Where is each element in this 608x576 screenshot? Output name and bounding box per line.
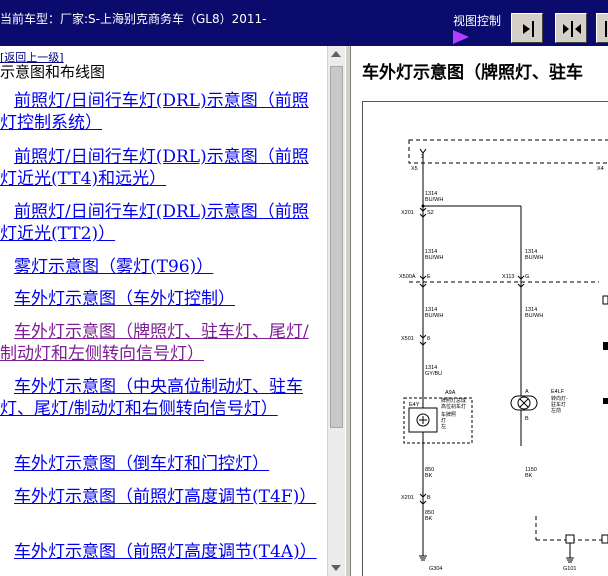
wire9-color: BK — [525, 473, 533, 479]
label-pin-b: B — [525, 416, 529, 422]
label-x113: X113 — [502, 274, 514, 280]
wiring-diagram: X5 2 X4 1314 BU/WH X201 S2 1314 BU/WH 13… — [399, 139, 608, 572]
label-x501: X501 — [401, 336, 414, 342]
label-e4lf-desc3: 左前 — [551, 407, 561, 414]
nav-panel: [返回上一级] 示意图和布线图 前照灯/日间行车灯(DRL)示意图（前照灯控制系… — [0, 46, 327, 576]
label-x201-top: X201 — [401, 210, 414, 216]
label-x500a: X500A — [399, 274, 416, 280]
scroll-down-icon[interactable] — [331, 565, 341, 571]
arrow-right-bar-icon — [523, 21, 534, 37]
nav-link-headlamp-control[interactable]: 前照灯/日间行车灯(DRL)示意图（前照灯控制系统） — [0, 90, 322, 134]
scroll-up-icon[interactable] — [331, 51, 341, 57]
section-title: 示意图和布线图 — [0, 63, 106, 81]
wire8-color: BK — [425, 516, 433, 522]
nav-link-exterior-control[interactable]: 车外灯示意图（车外灯控制） — [0, 288, 322, 310]
vehicle-label: 当前车型：厂家:S-上海别克商务车（GL8）2011- — [0, 12, 267, 26]
label-e4y-desc1: 车牌照 — [441, 411, 456, 418]
nav-link-backup-courtesy[interactable]: 车外灯示意图（倒车灯和门控灯） — [0, 453, 322, 475]
expand-right-button[interactable] — [511, 13, 543, 43]
label-a9a-desc2: 高位刹车灯 — [441, 403, 466, 410]
label-x5: X5 — [411, 166, 418, 172]
wire6-color: GY/BU — [425, 371, 442, 377]
label-e4y-desc3: 左 — [441, 423, 446, 430]
label-x201-bot-pin: B — [427, 495, 431, 501]
nav-link-license-park-left[interactable]: 车外灯示意图（牌照灯、驻车灯、尾灯/制动灯和左侧转向信号灯） — [0, 321, 322, 365]
split-arrows-icon — [563, 21, 581, 37]
arrow-left-bar-icon — [605, 21, 607, 37]
nav-scrollbar[interactable] — [327, 46, 345, 576]
nav-link-leveling-t4a[interactable]: 车外灯示意图（前照灯高度调节(T4A)） — [0, 541, 322, 563]
view-control-label: 视图控制 — [453, 14, 502, 28]
label-g304: G304 — [429, 566, 442, 572]
label-g101: G101 — [563, 566, 576, 572]
label-x501-pin: 8 — [427, 336, 430, 342]
label-e4y-desc2: 灯 — [441, 417, 446, 424]
wire5-color: BU/WH — [525, 313, 543, 319]
label-e4y: E4Y — [409, 402, 420, 408]
label-x201-bot: X201 — [401, 495, 414, 501]
expand-left-button[interactable] — [596, 13, 608, 43]
wire4-color: BU/WH — [425, 313, 443, 319]
label-x201-top-pin: S2 — [427, 210, 434, 216]
view-control-arrow-icon — [453, 30, 469, 44]
label-pin-a: A — [525, 389, 529, 395]
split-view-button[interactable] — [555, 13, 587, 43]
wire7-color: BK — [425, 473, 433, 479]
label-x113-pin: G — [525, 274, 529, 280]
nav-link-leveling-t4f[interactable]: 车外灯示意图（前照灯高度调节(T4F)） — [0, 486, 322, 508]
label-a9a: A9A — [445, 390, 456, 396]
title-bar: 当前车型：厂家:S-上海别克商务车（GL8）2011- 视图控制 — [0, 0, 608, 46]
nav-link-headlamp-tt4[interactable]: 前照灯/日间行车灯(DRL)示意图（前照灯近光(TT4)和远光） — [0, 146, 322, 190]
label-e4lf-desc1: 转向灯- — [551, 395, 568, 402]
label-a9a-desc1: 牌照灯总成 — [441, 397, 466, 404]
wire1-color: BU/WH — [425, 197, 443, 203]
nav-link-chmsl-park-right[interactable]: 车外灯示意图（中央高位制动灯、驻车灯、尾灯/制动灯和右侧转向信号灯） — [0, 376, 322, 420]
scroll-thumb[interactable] — [330, 66, 343, 428]
label-e4lf: E4LF — [551, 389, 565, 395]
wire3-color: BU/WH — [525, 255, 543, 261]
diagram-panel: 车外灯示意图（牌照灯、驻车 X5 2 X4 1314 BU/WH X201 S2… — [351, 46, 608, 576]
label-x500a-pin: E — [427, 274, 431, 280]
label-x4: X4 — [597, 166, 604, 172]
nav-link-headlamp-tt2[interactable]: 前照灯/日间行车灯(DRL)示意图（前照灯近光(TT2)） — [0, 201, 322, 245]
label-e4lf-desc2: 驻车灯 — [551, 401, 566, 408]
nav-link-fog-lamps[interactable]: 雾灯示意图（雾灯(T96)） — [0, 256, 322, 278]
wire2-color: BU/WH — [425, 255, 443, 261]
